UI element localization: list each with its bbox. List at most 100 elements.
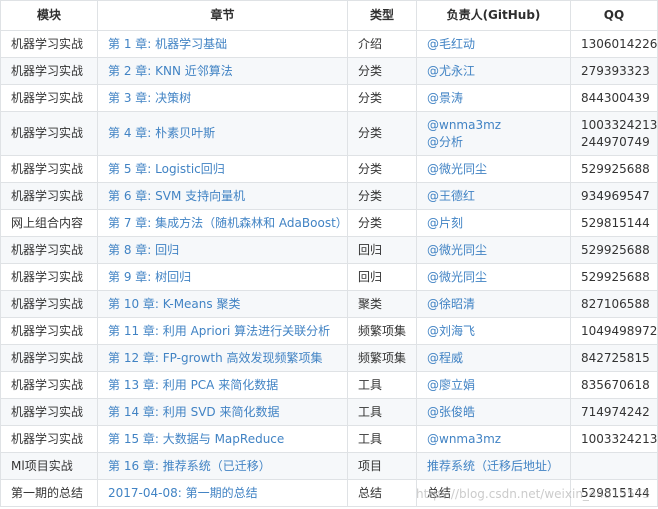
cell-type: 分类 [347,57,417,85]
chapter-link[interactable]: 第 9 章: 树回归 [108,270,191,284]
cell-chapter: 第 14 章: 利用 SVD 来简化数据 [97,398,348,426]
cell-chapter: 第 5 章: Logistic回归 [97,155,348,183]
chapter-link[interactable]: 第 1 章: 机器学习基础 [108,37,227,51]
cell-type: 分类 [347,155,417,183]
owner-link[interactable]: @廖立娟 [427,377,570,394]
owner-link[interactable]: @徐昭清 [427,296,570,313]
owner-link[interactable]: @片刻 [427,215,570,232]
cell-type: 聚类 [347,290,417,318]
chapter-link[interactable]: 第 8 章: 回归 [108,243,179,257]
header-qq: QQ [570,0,658,31]
table-row: 机器学习实战第 3 章: 决策树 分类 @景涛 844300439 [0,84,658,112]
owner-link[interactable]: @程威 [427,350,570,367]
table-row: 机器学习实战第 8 章: 回归 回归 @微光同尘 529925688 [0,236,658,264]
chapter-table: 模块 章节 类型 负责人(GitHub) QQ 机器学习实战 第 1 章: 机器学… [0,0,658,507]
chapter-link[interactable]: 第 3 章: 决策树 [108,91,191,105]
cell-qq: 529925688 [570,263,658,291]
cell-owner: 总结 [416,479,571,507]
cell-module: 机器学习实战 [0,344,98,372]
qq-number: 529815144 [581,485,650,500]
cell-type: 回归 [347,263,417,291]
qq-number: 529925688 [581,269,650,284]
cell-chapter: 第 13 章: 利用 PCA 来简化数据 [97,371,348,399]
chapter-link[interactable]: 第 11 章: 利用 Apriori 算法进行关联分析 [108,324,330,338]
owner-text: 总结 [427,485,452,500]
qq-number: 714974242 [581,404,650,419]
cell-owner: @王德红 [416,182,571,210]
cell-owner: @片刻 [416,209,571,237]
cell-chapter: 第 7 章: 集成方法（随机森林和 AdaBoost） [97,209,348,237]
header-type: 类型 [347,0,417,31]
table-row: 机器学习实战第 10 章: K-Means 聚类 聚类 @徐昭清 827106588 [0,290,658,318]
cell-owner: @程威 [416,344,571,372]
qq-number: 1049498972 [581,323,658,338]
chapter-link[interactable]: 第 14 章: 利用 SVD 来简化数据 [108,405,279,419]
table-row: 机器学习实战第 4 章: 朴素贝叶斯 分类 @wnma3mz @分析 100332421… [0,111,658,156]
chapter-link[interactable]: 第 10 章: K-Means 聚类 [108,297,240,311]
cell-qq: 1003324213 [570,425,658,453]
qq-number: 1003324213 [581,431,658,446]
chapter-link[interactable]: 第 15 章: 大数据与 MapReduce [108,432,284,446]
cell-chapter: 第 16 章: 推荐系统（已迁移） [97,452,348,480]
chapter-link[interactable]: 第 16 章: 推荐系统（已迁移） [108,459,271,473]
cell-type: 工具 [347,425,417,453]
cell-type: 频繁项集 [347,344,417,372]
qq-number: 529815144 [581,215,650,230]
cell-owner: @微光同尘 [416,155,571,183]
owner-link[interactable]: @wnma3mz [427,431,570,448]
owner-link[interactable]: @尤永江 [427,63,570,80]
chapter-link[interactable]: 第 12 章: FP-growth 高效发现频繁项集 [108,351,323,365]
cell-chapter: 第 4 章: 朴素贝叶斯 [97,111,348,156]
chapter-link[interactable]: 第 6 章: SVM 支持向量机 [108,189,245,203]
qq-number: 1306014226 [581,36,658,51]
chapter-link[interactable]: 第 2 章: KNN 近邻算法 [108,64,233,78]
cell-chapter: 第 8 章: 回归 [97,236,348,264]
table-row: 第一期的总结 2017-04-08: 第一期的总结 总结 总结 529815144 [0,479,658,507]
owner-link[interactable]: @张俊皓 [427,404,570,421]
chapter-link[interactable]: 第 5 章: Logistic回归 [108,162,225,176]
cell-owner: @张俊皓 [416,398,571,426]
cell-owner: @景涛 [416,84,571,112]
chapter-link[interactable]: 第 4 章: 朴素贝叶斯 [108,126,215,140]
qq-number: 244970749 [581,134,650,149]
cell-qq: 934969547 [570,182,658,210]
cell-owner: @刘海飞 [416,317,571,345]
qq-number: 842725815 [581,350,650,365]
owner-link[interactable]: 推荐系统（迁移后地址） [427,458,570,475]
cell-type: 工具 [347,371,417,399]
table-row: Ml项目实战第 16 章: 推荐系统（已迁移） 项目 推荐系统（迁移后地址） [0,452,658,480]
cell-owner: @尤永江 [416,57,571,85]
cell-owner: @毛红动 [416,30,571,58]
owner-link[interactable]: @王德红 [427,188,570,205]
cell-type: 回归 [347,236,417,264]
owner-link[interactable]: @微光同尘 [427,161,570,178]
cell-qq: 835670618 [570,371,658,399]
cell-qq: 842725815 [570,344,658,372]
cell-type: 工具 [347,398,417,426]
owner-link[interactable]: @分析 [427,134,570,151]
owner-link[interactable]: @毛红动 [427,36,570,53]
chapter-link[interactable]: 第 7 章: 集成方法（随机森林和 AdaBoost） [108,216,347,230]
cell-module: 机器学习实战 [0,111,98,156]
table-row: 机器学习实战第 9 章: 树回归 回归 @微光同尘 529925688 [0,263,658,291]
cell-chapter: 第 12 章: FP-growth 高效发现频繁项集 [97,344,348,372]
table-row: 网上组合内容第 7 章: 集成方法（随机森林和 AdaBoost） 分类 @片刻 52… [0,209,658,237]
cell-module: 机器学习实战 [0,371,98,399]
table-row: 机器学习实战第 11 章: 利用 Apriori 算法进行关联分析 频繁项集 @刘海… [0,317,658,345]
owner-link[interactable]: @微光同尘 [427,269,570,286]
cell-qq: 529925688 [570,155,658,183]
owner-link[interactable]: @景涛 [427,90,570,107]
owner-link[interactable]: @wnma3mz [427,117,570,134]
owner-link[interactable]: @微光同尘 [427,242,570,259]
cell-qq: 844300439 [570,84,658,112]
qq-number: 1003324213 [581,117,658,132]
owner-link[interactable]: @刘海飞 [427,323,570,340]
chapter-link[interactable]: 第 13 章: 利用 PCA 来简化数据 [108,378,278,392]
chapter-link[interactable]: 2017-04-08: 第一期的总结 [108,486,258,500]
cell-module: 机器学习实战 [0,155,98,183]
cell-module: 机器学习实战 [0,425,98,453]
qq-number: 844300439 [581,90,650,105]
cell-type: 介绍 [347,30,417,58]
header-row: 模块 章节 类型 负责人(GitHub) QQ [0,0,658,31]
cell-type: 分类 [347,209,417,237]
